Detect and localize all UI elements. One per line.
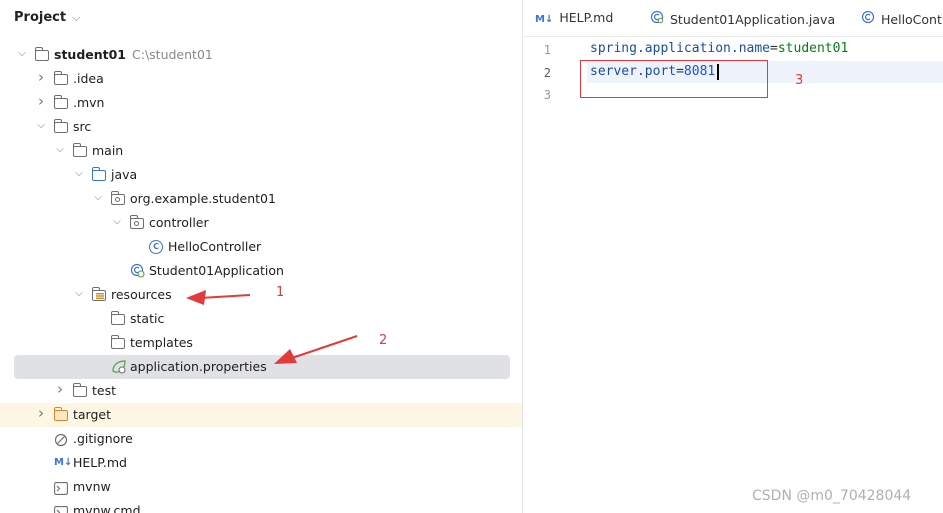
annotation-arrow-1 <box>186 290 251 305</box>
watermark: CSDN @m0_70428044 <box>752 488 912 504</box>
annotation-arrow-2 <box>274 335 358 364</box>
annotation-arrows <box>186 290 358 364</box>
